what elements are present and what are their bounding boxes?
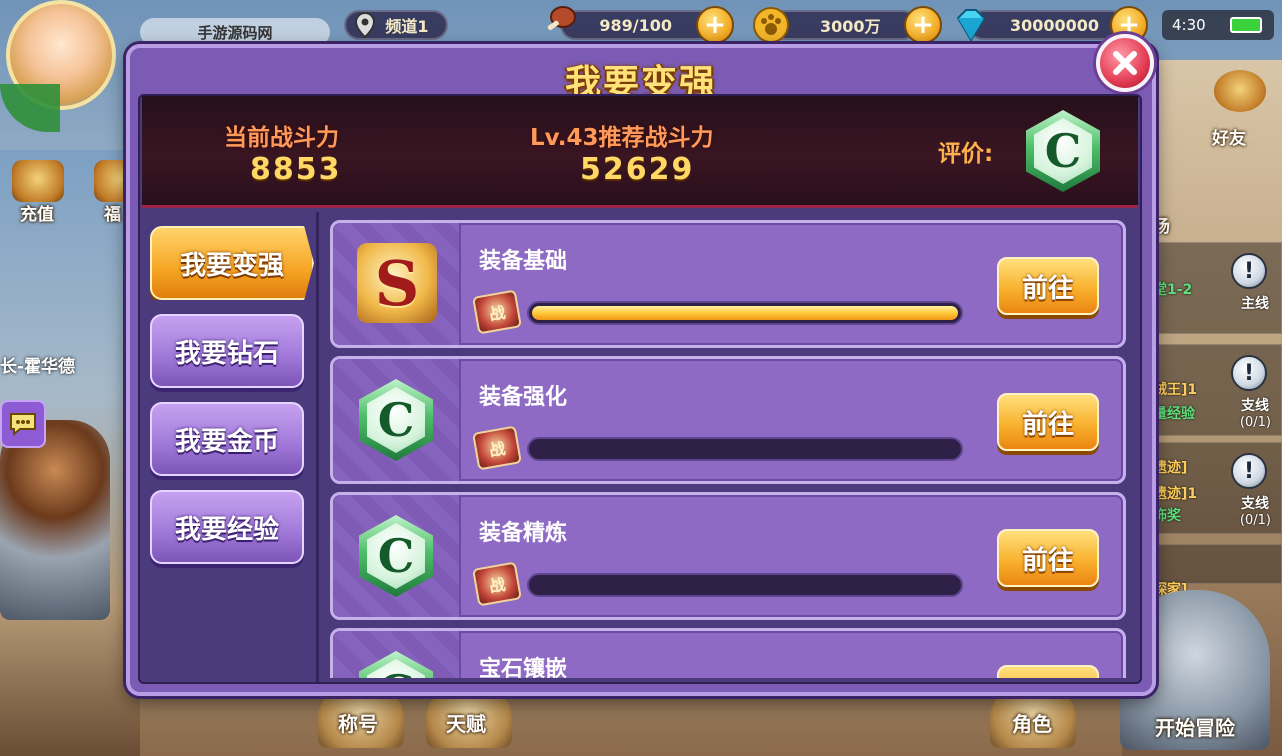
grade-s-badge-icon: S <box>357 243 437 323</box>
go-label: 前往 <box>1021 545 1074 576</box>
item-title: 装备精炼 <box>479 521 568 546</box>
row-icon-box: C <box>333 359 461 481</box>
nav-divider <box>316 212 319 682</box>
stamina-value: 989/100 <box>599 15 672 35</box>
add-stamina-button[interactable]: + <box>696 6 734 44</box>
start-adventure-label: 开始冒险 <box>1155 716 1235 740</box>
tab-label: 我要经验 <box>174 514 279 545</box>
close-x-icon <box>1113 51 1137 75</box>
quest-count: (0/1) <box>1239 415 1271 430</box>
go-button[interactable]: 前往 <box>997 393 1099 451</box>
grade-c-badge-icon: C <box>359 379 433 461</box>
tab-label: 我要变强 <box>179 250 284 281</box>
recommended-power-label: Lv.43推荐战斗力 <box>530 125 714 151</box>
exclamation-icon: ! <box>1231 453 1267 489</box>
progress-fill <box>532 306 958 320</box>
diamond-icon <box>952 6 990 44</box>
clock-time: 4:30 <box>1172 16 1206 34</box>
welfare-label: 福 <box>104 205 121 225</box>
site-watermark-tag: 手游源码网 <box>140 18 330 46</box>
recommended-power-value: 52629 <box>580 152 695 187</box>
stamina-counter: 989/100 <box>560 10 718 40</box>
chat-bubble-icon <box>10 413 36 437</box>
recharge-label: 充值 <box>20 205 54 225</box>
go-button[interactable]: 前往 <box>997 665 1099 678</box>
chat-button[interactable] <box>0 400 46 448</box>
battle-scroll-icon: 战 <box>472 425 522 471</box>
diamond-value: 30000000 <box>1010 15 1100 35</box>
quest-type: 支线 <box>1241 398 1269 414</box>
paw-coin-icon <box>752 6 790 44</box>
tab-label: 我要钻石 <box>174 338 279 369</box>
current-power-value: 8853 <box>250 152 342 187</box>
tab-get-stronger[interactable]: 我要变强 <box>150 226 314 300</box>
item-title: 宝石镶嵌 <box>479 657 568 678</box>
hero-character-sprite <box>0 420 110 620</box>
battle-scroll-icon: 战 <box>472 561 522 607</box>
quest-type: 支线 <box>1241 496 1269 512</box>
close-button[interactable] <box>1096 34 1154 92</box>
gold-value: 3000万 <box>820 17 881 36</box>
recharge-chest-icon[interactable] <box>12 160 64 202</box>
battle-scroll-icon: 战 <box>472 289 522 335</box>
location-pin-icon <box>346 6 384 44</box>
list-item: S 装备基础 战 前往 <box>330 220 1126 348</box>
tab-get-gold[interactable]: 我要金币 <box>150 402 304 476</box>
tab-get-diamonds[interactable]: 我要钻石 <box>150 314 304 388</box>
exclamation-icon: ! <box>1231 253 1267 289</box>
row-icon-box: C <box>333 631 461 678</box>
battle-glyph: 战 <box>487 302 507 325</box>
grade-letter: C <box>367 659 425 678</box>
quest-count: (0/1) <box>1239 513 1271 528</box>
item-title: 装备强化 <box>479 385 568 410</box>
go-label: 前往 <box>1021 273 1074 304</box>
friends-icon[interactable] <box>1214 70 1266 112</box>
row-icon-box: C <box>333 495 461 617</box>
grade-letter: C <box>1034 118 1092 184</box>
list-item: C 装备强化 战 前往 <box>330 356 1126 484</box>
go-button[interactable]: 前往 <box>997 529 1099 587</box>
grade-letter: C <box>367 523 425 589</box>
exclamation-icon: ! <box>1231 355 1267 391</box>
channel-label: 频道1 <box>385 17 429 36</box>
row-icon-box: S <box>333 223 461 345</box>
friends-label: 好友 <box>1212 129 1246 149</box>
grade-letter: S <box>374 246 420 320</box>
go-label: 前往 <box>1021 409 1074 440</box>
diamond-counter: 30000000 <box>968 10 1126 40</box>
progress-bar <box>527 573 963 597</box>
meat-icon <box>542 0 580 38</box>
progress-bar <box>527 301 963 325</box>
quest-type: 主线 <box>1241 296 1269 312</box>
go-button[interactable]: 前往 <box>997 257 1099 315</box>
gold-counter: 3000万 <box>770 10 918 40</box>
battle-glyph: 战 <box>487 574 507 597</box>
tab-label: 我要金币 <box>174 426 279 457</box>
tab-get-exp[interactable]: 我要经验 <box>150 490 304 564</box>
add-gold-button[interactable]: + <box>904 6 942 44</box>
title-label: 称号 <box>338 712 378 736</box>
grade-letter: C <box>367 387 425 453</box>
battery-icon <box>1230 17 1262 33</box>
item-title: 装备基础 <box>479 249 568 274</box>
current-power-label: 当前战斗力 <box>224 125 339 151</box>
list-item: C 装备精炼 战 前往 <box>330 492 1126 620</box>
grade-label: 评价: <box>938 141 994 167</box>
grade-c-badge-icon: C <box>359 515 433 597</box>
top-hud: 手游源码网 频道1 989/100 + 3000万 + 30000000 + 4… <box>0 0 1282 132</box>
improvement-list[interactable]: S 装备基础 战 前往 C 装备强化 战 前往 C 装备精炼 战 前往 宝石镶嵌 <box>330 216 1130 678</box>
character-label: 角色 <box>1012 712 1052 736</box>
grade-c-badge-icon: C <box>359 651 433 678</box>
go-label: 前往 <box>1022 676 1074 679</box>
battle-glyph: 战 <box>487 438 507 461</box>
talent-label: 天赋 <box>446 712 486 736</box>
npc-name-label: 长-霍华德 <box>0 357 76 377</box>
progress-bar <box>527 437 963 461</box>
list-item: C 宝石镶嵌 战 前往 <box>330 628 1126 678</box>
